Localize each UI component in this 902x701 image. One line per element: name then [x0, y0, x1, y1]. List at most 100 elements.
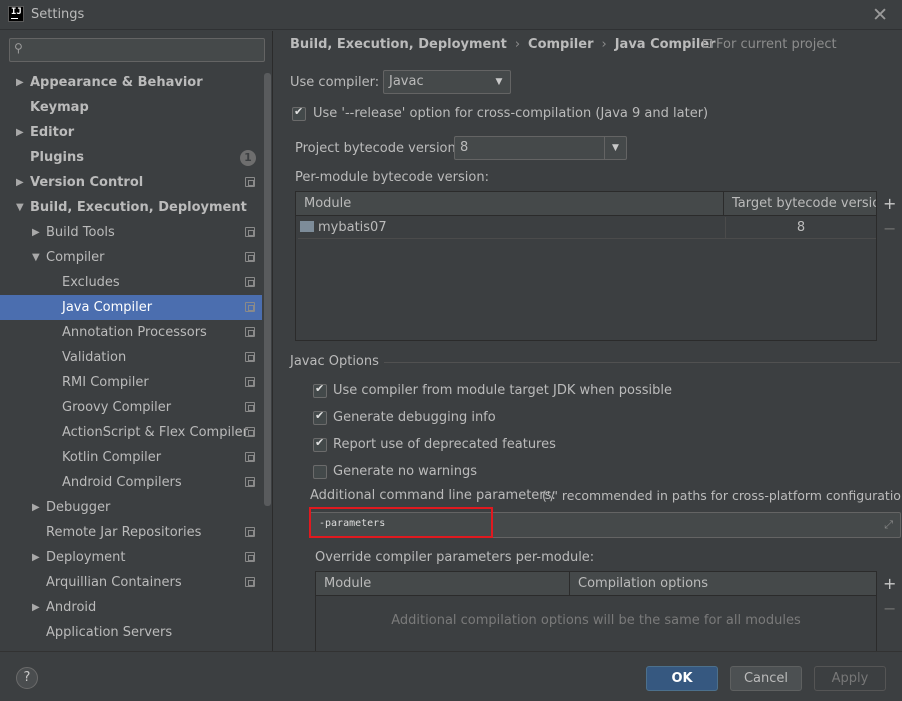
sidebar-item-label: Java Compiler	[62, 300, 153, 315]
additional-params-hint: ('/' recommended in paths for cross-plat…	[542, 488, 902, 503]
chevron-right-icon[interactable]: ▶	[32, 220, 42, 245]
sidebar-item-label: Arquillian Containers	[46, 575, 182, 590]
sidebar-item[interactable]: ▼ Compiler	[0, 245, 262, 270]
column-header-module[interactable]: Module	[296, 192, 724, 216]
breadcrumb-separator: ›	[601, 37, 607, 52]
sidebar-item[interactable]: ▶ Build Tools	[0, 220, 262, 245]
debug-info-checkbox[interactable]	[313, 409, 327, 425]
title-bar: IJ Settings ✕	[0, 0, 902, 30]
sidebar-item[interactable]: ActionScript & Flex Compiler	[0, 420, 262, 445]
search-input[interactable]: ⚲	[9, 38, 265, 62]
sidebar-item-label: Build Tools	[46, 225, 115, 240]
search-icon: ⚲	[14, 41, 23, 55]
sidebar-item-label: Kotlin Compiler	[62, 450, 162, 465]
group-divider	[384, 362, 900, 363]
chevron-down-icon[interactable]: ▼	[16, 195, 26, 220]
use-module-jdk-checkbox[interactable]	[313, 382, 327, 398]
project-scope-icon	[245, 327, 255, 337]
sidebar-item-label: Appearance & Behavior	[30, 75, 203, 90]
override-params-label: Override compiler parameters per-module:	[315, 550, 595, 565]
sidebar-item[interactable]: ▶ Appearance & Behavior	[0, 70, 262, 95]
use-module-jdk-label: Use compiler from module target JDK when…	[333, 383, 672, 398]
chevron-right-icon[interactable]: ▶	[16, 120, 26, 145]
project-scope-icon	[245, 477, 255, 487]
project-scope-icon	[245, 227, 255, 237]
remove-module-button[interactable]: −	[883, 219, 896, 238]
release-option-label: Use '--release' option for cross-compila…	[313, 106, 709, 121]
sidebar-item-label: Compiler	[46, 250, 105, 265]
help-button[interactable]: ?	[16, 667, 38, 689]
bytecode-version-select[interactable]: 8 ▼	[454, 136, 627, 160]
module-folder-icon	[300, 221, 314, 232]
sidebar-item[interactable]: Android Compilers	[0, 470, 262, 495]
cancel-button[interactable]: Cancel	[730, 666, 802, 691]
sidebar-item[interactable]: ▶ Debugger	[0, 495, 262, 520]
sidebar-item-label: Debugger	[46, 500, 111, 515]
sidebar-item[interactable]: Annotation Processors	[0, 320, 262, 345]
target-version-cell[interactable]: 8	[726, 217, 876, 239]
chevron-right-icon[interactable]: ▶	[32, 595, 42, 620]
chevron-right-icon[interactable]: ▶	[32, 545, 42, 570]
sidebar-item-label: Plugins	[30, 150, 84, 165]
sidebar-item-label: Remote Jar Repositories	[46, 525, 202, 540]
sidebar-item[interactable]: Application Servers	[0, 620, 262, 645]
breadcrumb-separator: ›	[514, 37, 521, 52]
project-scope-icon	[245, 427, 255, 437]
sidebar-item[interactable]: Arquillian Containers	[0, 570, 262, 595]
no-warnings-label: Generate no warnings	[333, 464, 478, 479]
sidebar-item-label: Excludes	[62, 275, 120, 290]
module-bytecode-table: Module Target bytecode version mybatis07…	[295, 191, 877, 341]
add-module-button[interactable]: +	[883, 194, 896, 213]
sidebar-item[interactable]: Excludes	[0, 270, 262, 295]
bytecode-version-label: Project bytecode version:	[295, 141, 461, 156]
sidebar-item[interactable]: ▶ Android	[0, 595, 262, 620]
sidebar-item[interactable]: Validation	[0, 345, 262, 370]
apply-button[interactable]: Apply	[814, 666, 886, 691]
use-compiler-value: Javac	[389, 74, 424, 89]
sidebar-item-label: Android	[46, 600, 97, 615]
empty-table-text: Additional compilation options will be t…	[391, 613, 801, 628]
column-header-module[interactable]: Module	[316, 572, 570, 596]
chevron-right-icon[interactable]: ▶	[16, 70, 26, 95]
window-title: Settings	[31, 7, 85, 22]
use-compiler-select[interactable]: Javac ▼	[383, 70, 511, 94]
breadcrumb-item: Build, Execution, Deployment	[290, 37, 507, 52]
no-warnings-checkbox[interactable]	[313, 465, 327, 479]
project-scope-icon	[245, 402, 255, 412]
sidebar-item[interactable]: Groovy Compiler	[0, 395, 262, 420]
sidebar-item[interactable]: RMI Compiler	[0, 370, 262, 395]
chevron-down-icon: ▼	[604, 137, 626, 159]
sidebar-scrollbar[interactable]	[264, 73, 271, 506]
expand-icon[interactable]: ⤢	[884, 518, 893, 532]
sidebar-item[interactable]: Java Compiler	[0, 295, 262, 320]
chevron-down-icon[interactable]: ▼	[32, 245, 42, 270]
release-option-checkbox[interactable]	[292, 105, 306, 121]
sidebar-item[interactable]: Kotlin Compiler	[0, 445, 262, 470]
sidebar-item[interactable]: Keymap	[0, 95, 262, 120]
sidebar-item[interactable]: ▶ Deployment	[0, 545, 262, 570]
deprecated-features-label: Report use of deprecated features	[333, 437, 556, 452]
column-header-compilation-options[interactable]: Compilation options	[570, 572, 876, 596]
chevron-right-icon[interactable]: ▶	[16, 170, 26, 195]
sidebar-item[interactable]: ▶ Version Control	[0, 170, 262, 195]
module-name: mybatis07	[318, 220, 387, 235]
chevron-right-icon[interactable]: ▶	[32, 495, 42, 520]
sidebar-item-label: Deployment	[46, 550, 126, 565]
project-scope-icon	[245, 177, 255, 187]
sidebar-item[interactable]: ▼ Build, Execution, Deployment	[0, 195, 262, 220]
intellij-app-icon: IJ	[8, 6, 24, 22]
sidebar-item[interactable]: Remote Jar Repositories	[0, 520, 262, 545]
column-header-target-version[interactable]: Target bytecode version	[724, 192, 876, 216]
project-scope-icon	[245, 302, 255, 312]
project-scope-icon	[245, 377, 255, 387]
remove-override-button[interactable]: −	[883, 599, 896, 618]
project-scope-icon	[245, 577, 255, 587]
add-override-button[interactable]: +	[883, 574, 896, 593]
deprecated-features-checkbox[interactable]	[313, 436, 327, 452]
close-icon[interactable]: ✕	[872, 4, 888, 26]
ok-button[interactable]: OK	[646, 666, 718, 691]
sidebar-item[interactable]: ▶ Editor	[0, 120, 262, 145]
table-row[interactable]: mybatis07	[298, 217, 726, 239]
sidebar-item[interactable]: Plugins 1	[0, 145, 262, 170]
settings-content: Build, Execution, Deployment › Compiler › Ja…	[274, 31, 902, 653]
